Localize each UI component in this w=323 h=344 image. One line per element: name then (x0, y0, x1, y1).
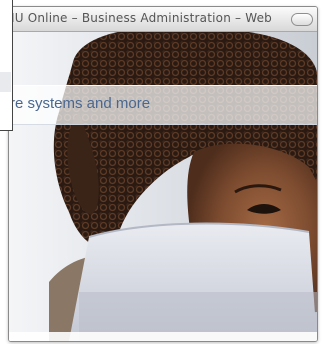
window-title: IU Online – Business Administration – We… (11, 11, 273, 25)
hero-photo (9, 32, 317, 341)
banner-text: re systems and more (10, 95, 151, 112)
headline-banner: re systems and more (9, 85, 317, 125)
toolbar-toggle-button[interactable] (291, 13, 313, 26)
background-window-frame[interactable] (0, 0, 13, 131)
title-bar[interactable]: IU Online – Business Administration – We… (9, 7, 317, 32)
background-window-band (0, 72, 11, 92)
browser-window: IU Online – Business Administration – We… (8, 6, 318, 342)
page-content: re systems and more (9, 32, 317, 341)
